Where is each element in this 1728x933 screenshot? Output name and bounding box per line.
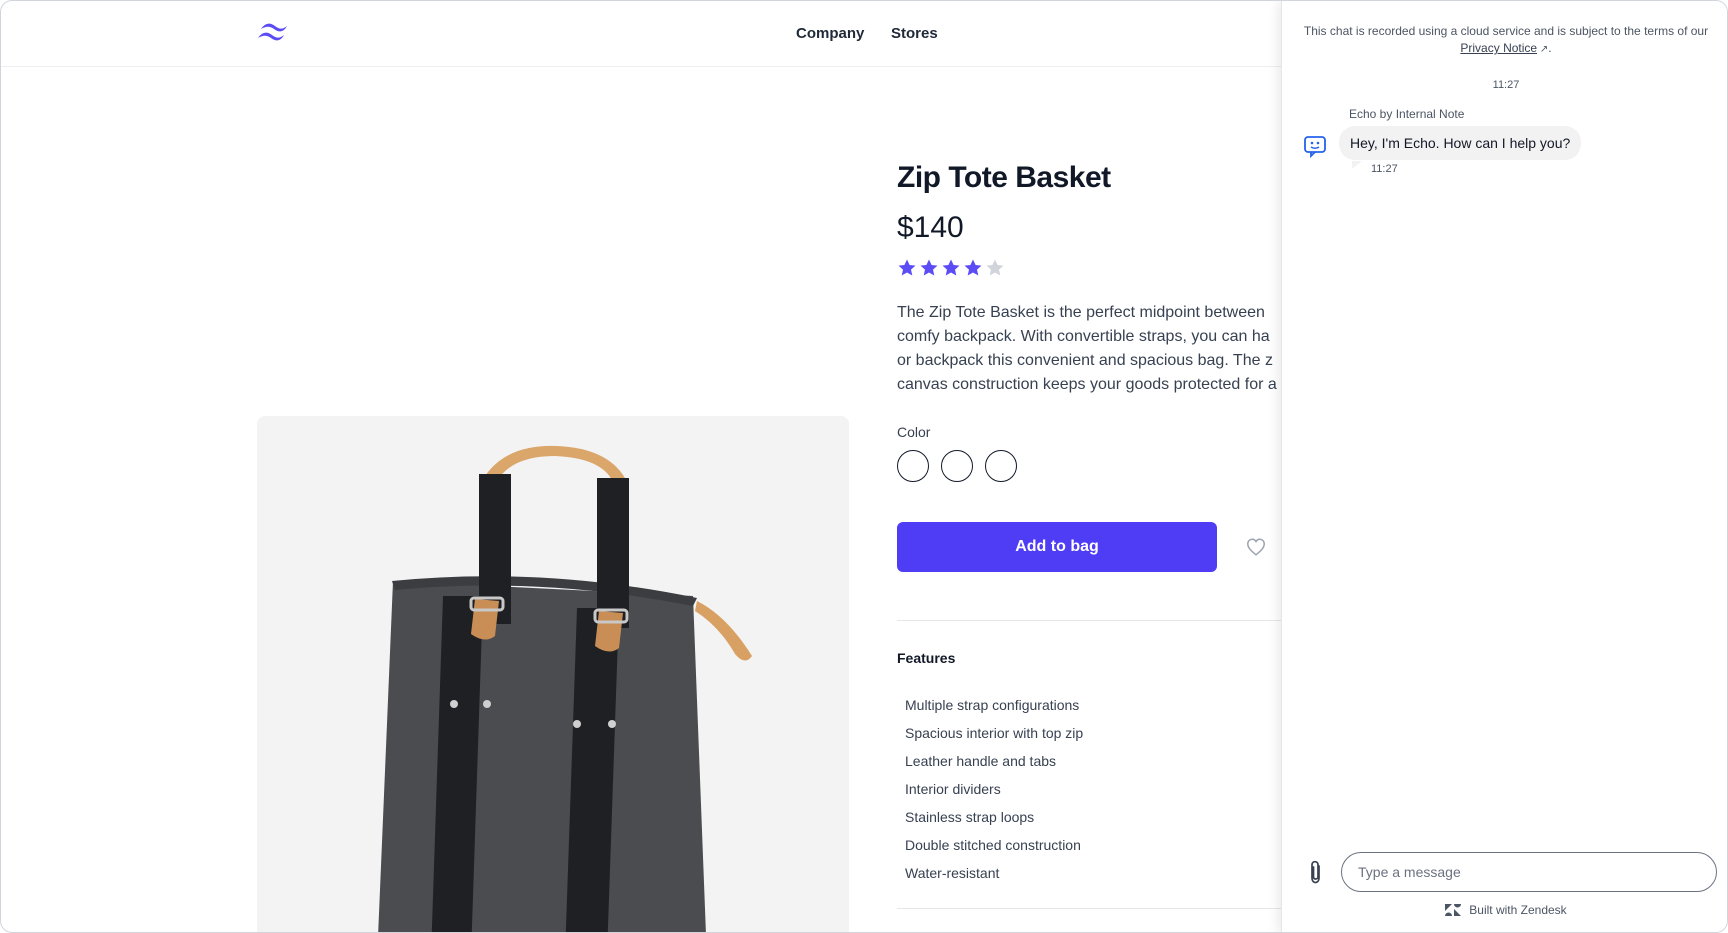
divider: [897, 620, 1297, 621]
features-heading: Features: [897, 650, 956, 666]
bubble-tail: [1352, 161, 1362, 169]
powered-by-text: Built with Zendesk: [1469, 903, 1567, 917]
notice-text: This chat is recorded using a cloud serv…: [1303, 24, 1709, 38]
color-swatch[interactable]: [985, 450, 1017, 482]
notice-end: .: [1548, 41, 1552, 55]
product-description: The Zip Tote Basket is the perfect midpo…: [897, 301, 1277, 397]
chat-timestamp: 11:27: [1492, 79, 1520, 91]
color-swatches: [897, 450, 1017, 482]
add-to-bag-button[interactable]: Add to bag: [897, 522, 1217, 572]
heart-icon[interactable]: [1245, 536, 1267, 558]
description-line: comfy backpack. With convertible straps,…: [897, 328, 1270, 345]
product-rating: [897, 258, 1005, 278]
message-sender: Echo by Internal Note: [1349, 107, 1465, 121]
color-label: Color: [897, 424, 931, 440]
features-list: Multiple strap configurations Spacious i…: [905, 691, 1083, 887]
feature-item: Stainless strap loops: [905, 809, 1035, 825]
description-line: The Zip Tote Basket is the perfect midpo…: [897, 304, 1265, 321]
feature-item: Double stitched construction: [905, 837, 1081, 853]
star-icon: [986, 259, 1004, 276]
browser-frame: Company Stores Zip Tote Basket $140 The …: [0, 0, 1728, 933]
chat-widget: This chat is recorded using a cloud serv…: [1281, 1, 1727, 932]
description-line: canvas construction keeps your goods pro…: [897, 376, 1277, 393]
star-icon: [898, 259, 916, 276]
description-line: or backpack this convenient and spacious…: [897, 352, 1273, 369]
nav-company[interactable]: Company: [796, 25, 864, 42]
color-swatch[interactable]: [941, 450, 973, 482]
tailwind-logo-icon[interactable]: [257, 21, 293, 45]
external-link-icon: ↗: [1537, 44, 1549, 55]
feature-item: Multiple strap configurations: [905, 697, 1080, 713]
nav-stores[interactable]: Stores: [891, 25, 938, 42]
product-price: $140: [897, 211, 964, 244]
star-icon: [964, 259, 982, 276]
message-time: 11:27: [1371, 163, 1398, 175]
chat-bot-icon: [1304, 136, 1326, 159]
paperclip-icon[interactable]: [1304, 859, 1328, 885]
feature-item: Interior dividers: [905, 781, 1001, 797]
chat-privacy-notice: This chat is recorded using a cloud serv…: [1298, 23, 1714, 58]
star-icon: [920, 259, 938, 276]
product-image: [257, 416, 849, 932]
powered-by[interactable]: Built with Zendesk: [1282, 903, 1727, 917]
feature-item: Spacious interior with top zip: [905, 725, 1084, 741]
feature-item: Leather handle and tabs: [905, 753, 1057, 769]
feature-item: Water-resistant: [905, 865, 1000, 881]
message-input[interactable]: [1341, 852, 1717, 892]
privacy-notice-link[interactable]: Privacy Notice: [1460, 41, 1537, 55]
zendesk-logo-icon: [1445, 904, 1462, 916]
color-swatch[interactable]: [897, 450, 929, 482]
divider: [897, 908, 1297, 909]
chat-message-bubble: Hey, I'm Echo. How can I help you?: [1339, 126, 1582, 160]
star-icon: [942, 259, 960, 276]
product-title: Zip Tote Basket: [897, 161, 1111, 194]
